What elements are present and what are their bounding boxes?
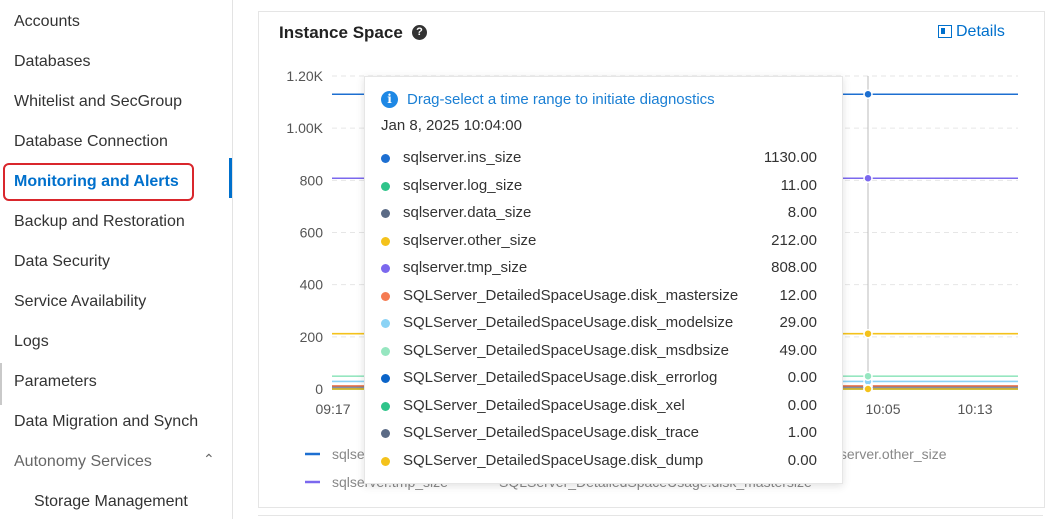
y-tick-label: 400: [300, 277, 324, 293]
tooltip-series-name: SQLServer_DetailedSpaceUsage.disk_errorl…: [403, 369, 718, 386]
tooltip-series-name: sqlserver.log_size: [403, 176, 523, 194]
info-icon: i: [381, 91, 398, 108]
tooltip-series-name: SQLServer_DetailedSpaceUsage.disk_msdbsi…: [403, 341, 730, 359]
y-tick-label: 0: [315, 381, 323, 397]
tooltip-row: SQLServer_DetailedSpaceUsage.disk_trace 1…: [381, 424, 817, 444]
hover-point: [863, 384, 873, 394]
tooltip-series-value: 212.00: [771, 231, 817, 249]
tooltip-row: SQLServer_DetailedSpaceUsage.disk_msdbsi…: [381, 342, 817, 362]
y-tick-label: 600: [300, 225, 324, 241]
series-dot: [381, 346, 390, 356]
tooltip-message[interactable]: Drag-select a time range to initiate dia…: [407, 91, 715, 108]
tooltip-series-value: 12.00: [779, 286, 817, 304]
y-tick-label: 800: [300, 172, 324, 188]
tooltip-row: SQLServer_DetailedSpaceUsage.disk_errorl…: [381, 369, 817, 389]
tooltip-series-value: 8.00: [787, 204, 817, 221]
hover-point: [863, 371, 873, 381]
tooltip-row: sqlserver.data_size 8.00: [381, 204, 817, 224]
tooltip-series-name: SQLServer_DetailedSpaceUsage.disk_master…: [403, 286, 739, 304]
y-tick-label: 1.00K: [286, 120, 323, 136]
tooltip-row: SQLServer_DetailedSpaceUsage.disk_dump 0.…: [381, 452, 817, 472]
tooltip-series-value: 0.00: [787, 451, 817, 469]
y-axis-ticks: 1.20K 1.00K 800 600 400 200 0: [286, 68, 323, 397]
tooltip-series-name: sqlserver.data_size: [403, 204, 532, 221]
tooltip-series-name: SQLServer_DetailedSpaceUsage.disk_trace: [403, 424, 699, 441]
tooltip-time: Jan 8, 2025 10:04:00: [381, 117, 522, 134]
series-dot: [381, 374, 390, 383]
tooltip-series-name: SQLServer_DetailedSpaceUsage.disk_models…: [403, 314, 734, 331]
x-tick-label: 10:13: [957, 401, 992, 417]
tooltip-row: sqlserver.other_size 212.00: [381, 232, 817, 252]
tooltip-series-name: sqlserver.other_size: [403, 231, 537, 249]
tooltip-row: SQLServer_DetailedSpaceUsage.disk_xel 0.0…: [381, 397, 817, 417]
tooltip-series-value: 49.00: [779, 341, 817, 359]
tooltip-row: sqlserver.ins_size 1130.00: [381, 149, 817, 169]
tooltip-row: sqlserver.log_size 11.00: [381, 177, 817, 197]
hover-point: [863, 89, 873, 100]
series-dot: [381, 291, 390, 301]
tooltip-series-name: SQLServer_DetailedSpaceUsage.disk_dump: [403, 451, 704, 469]
y-tick-label: 200: [300, 329, 324, 345]
tooltip-series-value: 29.00: [779, 314, 817, 331]
tooltip-series-name: sqlserver.ins_size: [403, 149, 522, 166]
series-dot: [381, 209, 390, 218]
tooltip-series-value: 1130.00: [763, 149, 817, 166]
series-dot: [381, 181, 390, 191]
hover-point: [863, 328, 873, 339]
x-tick-label: 09:17: [315, 401, 350, 417]
series-dot: [381, 429, 390, 438]
tooltip-series-value: 808.00: [771, 259, 817, 276]
chart-tooltip: i Drag-select a time range to initiate d…: [364, 76, 843, 484]
series-dot: [381, 154, 390, 163]
tooltip-series-value: 1.00: [787, 424, 817, 441]
tooltip-series-value: 11.00: [780, 176, 817, 194]
series-dot: [381, 264, 390, 273]
tooltip-series-name: SQLServer_DetailedSpaceUsage.disk_xel: [403, 396, 685, 414]
x-tick-label: 10:05: [865, 401, 900, 417]
series-dot: [381, 456, 390, 466]
tooltip-series-value: 0.00: [787, 396, 817, 414]
tooltip-series-name: sqlserver.tmp_size: [403, 259, 528, 276]
tooltip-row: SQLServer_DetailedSpaceUsage.disk_models…: [381, 314, 817, 334]
y-tick-label: 1.20K: [286, 68, 323, 84]
tooltip-series-value: 0.00: [787, 369, 817, 386]
tooltip-row: SQLServer_DetailedSpaceUsage.disk_master…: [381, 287, 817, 307]
series-dot: [381, 401, 390, 411]
hover-point: [863, 173, 873, 183]
series-dot: [381, 319, 390, 328]
series-dot: [381, 236, 390, 246]
tooltip-row: sqlserver.tmp_size 808.00: [381, 259, 817, 279]
